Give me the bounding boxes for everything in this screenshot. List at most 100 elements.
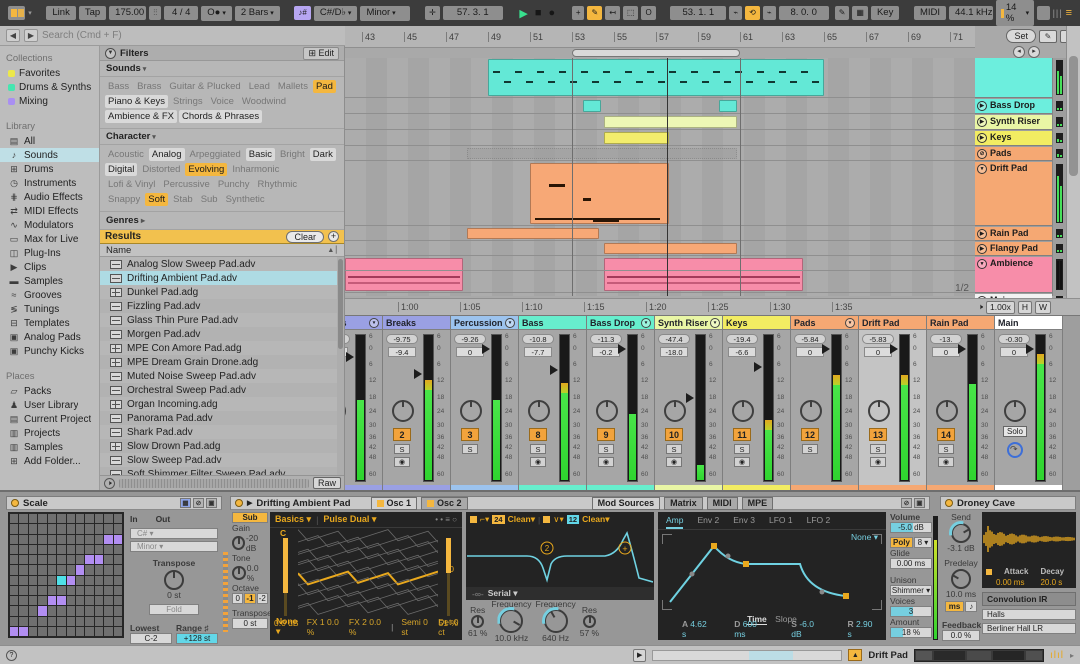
mixer-track-title[interactable]: Drift Pad <box>859 316 926 330</box>
punch-in-icon[interactable]: ⌁ <box>729 6 743 20</box>
scale-grid-cell[interactable] <box>104 606 113 616</box>
sidebar-item-drums[interactable]: ⊞ Drums <box>0 162 99 176</box>
filter-tag[interactable]: Rhythmic <box>255 178 301 191</box>
volume-value-field[interactable]: 0 <box>796 347 824 357</box>
track-number-box[interactable]: 10 <box>665 428 683 441</box>
pan-knob[interactable] <box>392 400 414 422</box>
scale-grid-cell[interactable] <box>85 544 94 554</box>
peak-level-display[interactable]: -47.4 <box>658 334 690 344</box>
scale-grid-cell[interactable] <box>85 555 94 565</box>
track-number-box[interactable]: 12 <box>801 428 819 441</box>
scale-grid-cell[interactable] <box>38 524 47 534</box>
scale-grid-cell[interactable] <box>85 524 94 534</box>
mixer-strip-breaks[interactable]: Breaks -9.75 -9.4 2 S ◉ 6 0 6 12 18 24 30 36 42 48 60 <box>383 316 451 490</box>
scale-grid-cell[interactable] <box>85 616 94 626</box>
pan-knob[interactable] <box>936 400 958 422</box>
scale-grid-cell[interactable] <box>66 514 75 524</box>
chevron-down-icon[interactable]: ▾ <box>845 317 855 328</box>
arrangement-position-field[interactable]: 57. 3. 1 <box>442 6 503 20</box>
scale-grid-cell[interactable] <box>66 524 75 534</box>
record-button[interactable]: ● <box>547 7 558 19</box>
filter-group-header[interactable]: Character <box>100 129 344 145</box>
scale-grid-cell[interactable] <box>66 565 75 575</box>
volume-value-field[interactable]: -7.7 <box>524 347 552 357</box>
scale-grid-cell[interactable] <box>57 585 66 595</box>
search-input[interactable]: Search (Cmd + F) <box>42 30 339 41</box>
sub-button[interactable]: Sub <box>232 512 268 523</box>
arrangement-clip[interactable] <box>582 100 602 112</box>
device-on-icon[interactable] <box>235 499 243 507</box>
fader-handle[interactable] <box>890 343 898 354</box>
follow-icon[interactable]: ✛ <box>425 6 440 20</box>
scale-grid-cell[interactable] <box>19 585 28 595</box>
save-preset-icon[interactable]: ▣ <box>206 498 217 508</box>
scale-grid-cell[interactable] <box>57 544 66 554</box>
midi-map-button[interactable]: MIDI <box>913 6 947 20</box>
tab-mod-sources[interactable]: Mod Sources <box>591 496 661 510</box>
time-ruler[interactable]: 1:00 1:05 1:10 1:15 1:20 1:25 1:30 1:35 <box>345 298 975 315</box>
scale-grid-cell[interactable] <box>38 544 47 554</box>
pan-knob[interactable] <box>460 400 482 422</box>
filter-tag[interactable]: Piano & Keys <box>105 95 169 108</box>
env-subtab-lfo-2[interactable]: LFO 2 <box>807 514 831 529</box>
sidebar-place-item[interactable]: ⊞ Add Folder... <box>0 454 99 468</box>
fold-icon[interactable]: ▾ <box>977 164 987 174</box>
sidebar-item-tunings[interactable]: ≶ Tunings <box>0 302 99 316</box>
scale-grid-cell[interactable] <box>75 616 85 626</box>
arm-monitor-button[interactable]: ◉ <box>530 457 546 467</box>
filter-1-type-icon[interactable]: ⌐▾ <box>480 514 489 525</box>
sidebar-item-modulators[interactable]: ∿ Modulators <box>0 218 99 232</box>
scale-grid-cell[interactable] <box>28 524 38 534</box>
filter-response-display[interactable]: 2 + <box>467 528 653 584</box>
peak-level-display[interactable]: -9.75 <box>386 334 418 344</box>
sidebar-item-max-for-live[interactable]: ▭ Max for Live <box>0 232 99 246</box>
track-number-box[interactable]: 8 <box>529 428 547 441</box>
scale-grid-cell[interactable] <box>57 596 66 606</box>
filter-2-circuit-select[interactable]: Clean▾ <box>582 514 609 525</box>
scale-grid-cell[interactable] <box>113 596 122 606</box>
preview-waveform[interactable] <box>119 478 309 488</box>
scale-grid-cell[interactable] <box>94 514 104 524</box>
chevron-down-icon[interactable]: ▾ <box>28 9 32 17</box>
filter-1-slope-badge[interactable]: 24 <box>492 515 505 524</box>
mixer-strip-bass-drop[interactable]: Bass Drop ▾ -11.3 -0.2 9 S ◉ 6 0 6 12 18 24 30 36 42 48 6… <box>587 316 655 490</box>
scale-grid-cell[interactable] <box>47 606 57 616</box>
volume-value-field[interactable]: 0 <box>932 347 960 357</box>
mixer-track-title[interactable]: Drums ▾ <box>345 316 382 330</box>
scale-grid-cell[interactable] <box>28 514 38 524</box>
scale-grid-cell[interactable] <box>113 565 122 575</box>
peak-level-display[interactable]: -10.8 <box>522 334 554 344</box>
filter-tag[interactable]: Soft <box>145 193 169 206</box>
attack-value[interactable]: 0.00 ms <box>996 578 1024 587</box>
name-column-header[interactable]: Name ▲⎮ <box>100 244 344 257</box>
scale-grid-cell[interactable] <box>85 585 94 595</box>
scale-grid-cell[interactable] <box>38 575 47 585</box>
filter-tag[interactable]: Guitar & Plucked <box>166 80 243 93</box>
scale-grid-cell[interactable] <box>113 616 122 626</box>
punch-out-icon[interactable]: ⌁ <box>762 6 776 20</box>
scale-grid-cell[interactable] <box>85 534 94 544</box>
re-enable-automation-icon[interactable]: ↤ <box>605 6 620 20</box>
loop-icon[interactable]: ⟲ <box>745 6 760 20</box>
scale-grid-cell[interactable] <box>94 565 104 575</box>
filter-tag[interactable]: Digital <box>105 163 138 176</box>
osc-fx-mode-select[interactable]: None ▾ <box>276 616 299 637</box>
sidebar-item-templates[interactable]: ⊟ Templates <box>0 316 99 330</box>
scale-grid-cell[interactable] <box>75 585 85 595</box>
track-header-unnamed[interactable] <box>975 58 1052 98</box>
scale-grid-cell[interactable] <box>19 616 28 626</box>
browser-result-item[interactable]: MPE Dream Grain Drone.adg <box>100 355 337 369</box>
mixer-strip-rain-pad[interactable]: Rain Pad -13. 0 14 S ◉ 6 0 6 12 18 24 30 36 42 48 60 <box>927 316 995 490</box>
adsr-value[interactable]: R 2.90 s <box>847 619 878 639</box>
filter-tag[interactable]: Stab <box>170 193 196 206</box>
filter-tag[interactable]: Voice <box>208 95 237 108</box>
tab-mpe[interactable]: MPE <box>741 496 774 510</box>
sort-icon[interactable]: ▲⎮ <box>327 246 338 254</box>
scale-grid-cell[interactable] <box>66 616 75 626</box>
scale-grid-cell[interactable] <box>66 555 75 565</box>
osc-fx2-value[interactable]: FX 2 0.0 % <box>349 617 383 637</box>
scale-grid-cell[interactable] <box>38 626 47 636</box>
pan-knob[interactable] <box>868 400 890 422</box>
solo-button[interactable]: S <box>530 444 546 454</box>
chevron-right-icon[interactable]: ▸ <box>1070 651 1074 660</box>
